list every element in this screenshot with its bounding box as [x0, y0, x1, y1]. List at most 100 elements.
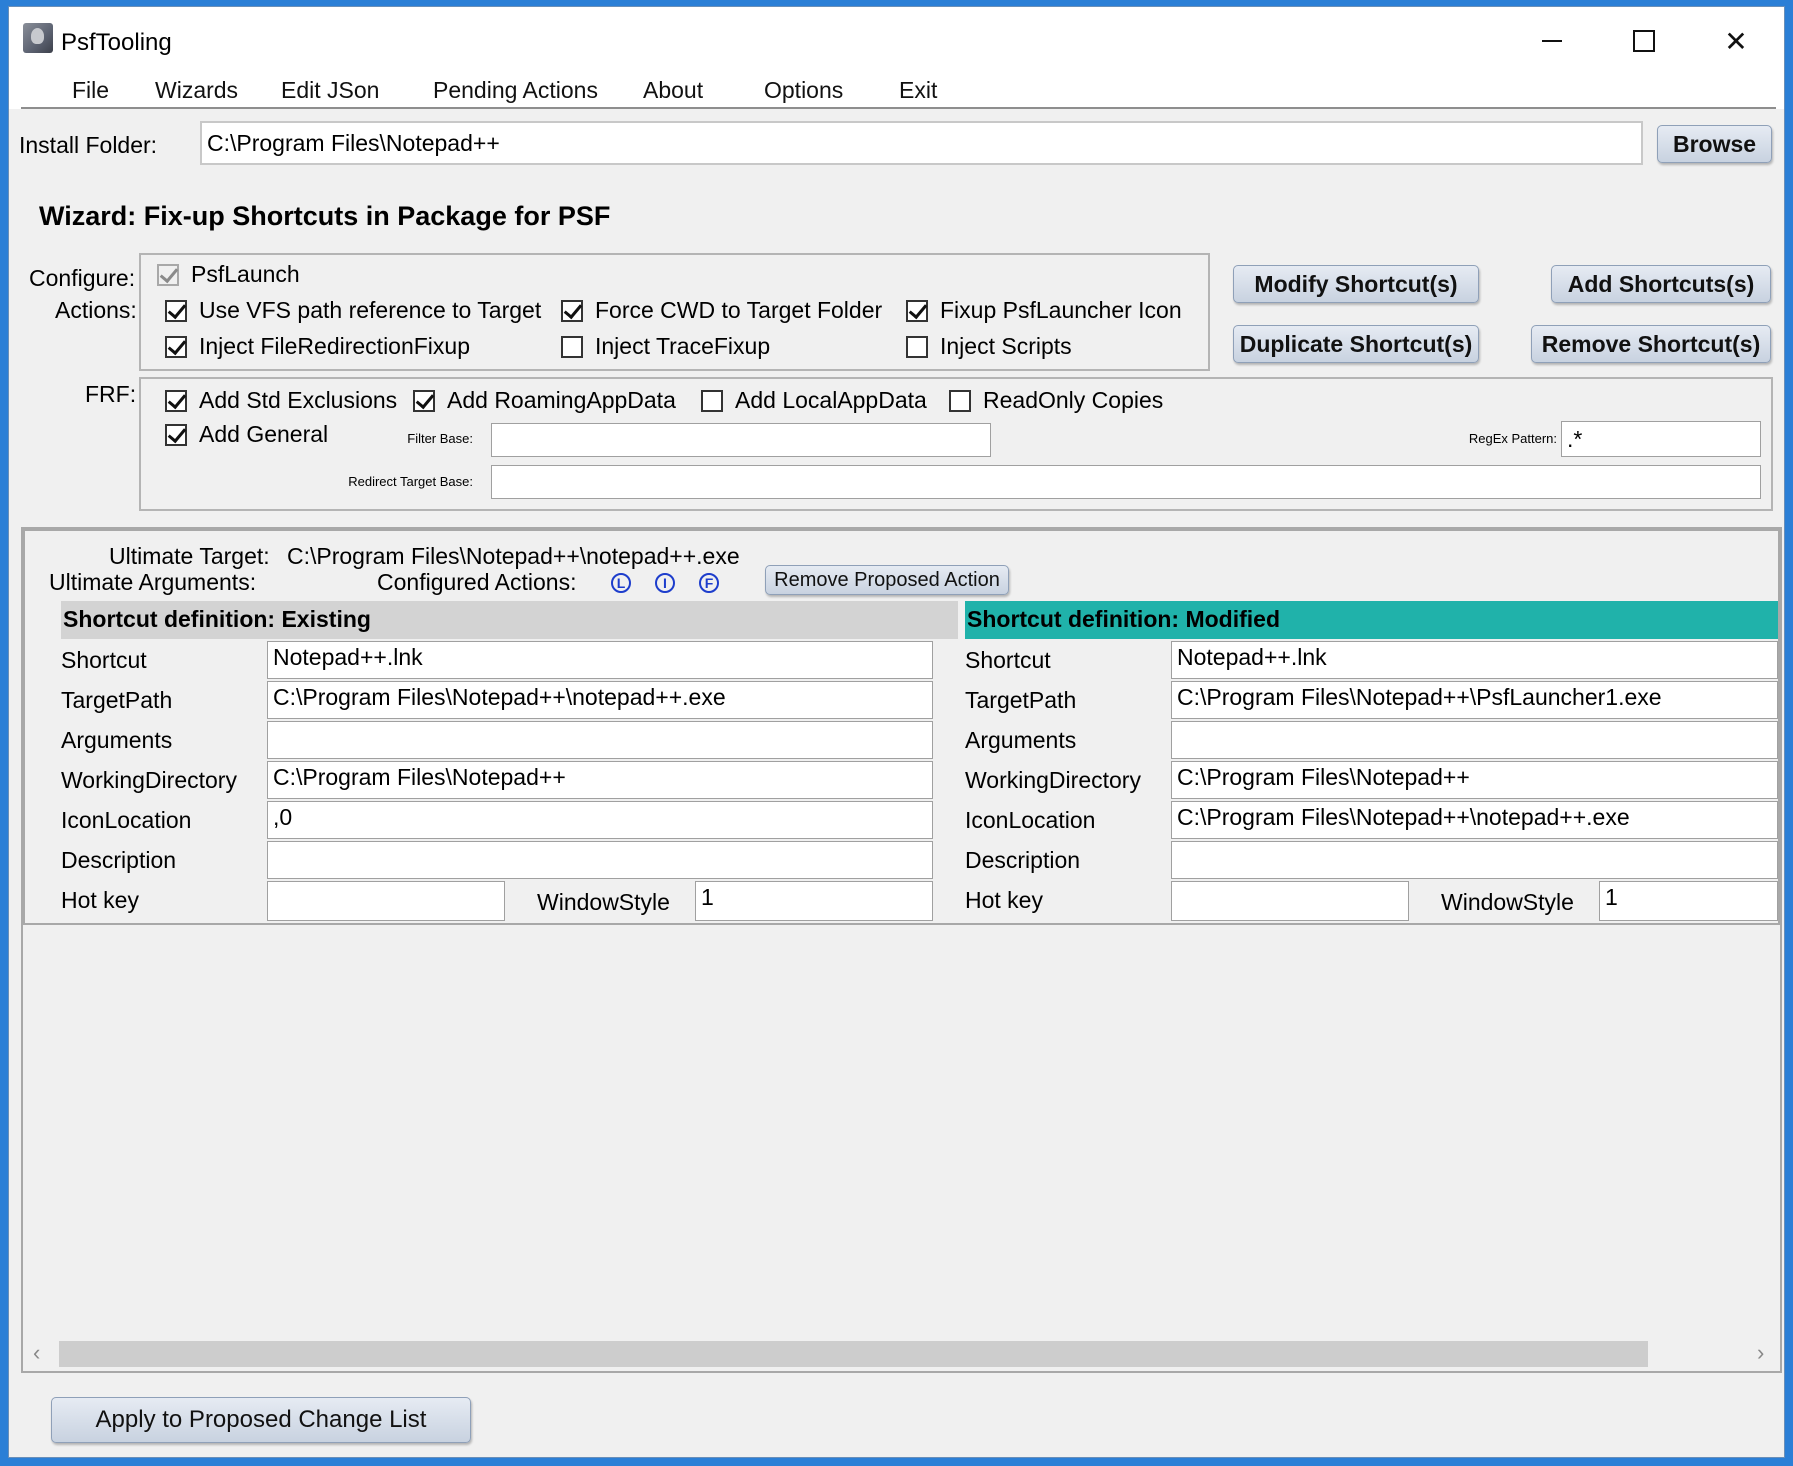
title-bar: PsfTooling ✕	[9, 7, 1784, 67]
menu-pending-actions[interactable]: Pending Actions	[433, 77, 598, 104]
checkbox-icon	[949, 389, 971, 412]
existing-windowstyle-input[interactable]: 1	[695, 881, 933, 921]
existing-arguments-input[interactable]	[267, 721, 933, 759]
close-button[interactable]: ✕	[1711, 23, 1761, 59]
frf-action-icon: F	[699, 573, 719, 593]
checkbox-icon	[413, 389, 435, 412]
main-content: Install Folder: C:\Program Files\Notepad…	[9, 109, 1784, 1457]
existing-hotkey-label: Hot key	[61, 887, 139, 913]
inject-frf-label: Inject FileRedirectionFixup	[199, 333, 471, 359]
existing-shortcut-input[interactable]: Notepad++.lnk	[267, 641, 933, 679]
maximize-button[interactable]	[1619, 23, 1669, 59]
configured-actions-label: Configured Actions:	[377, 569, 577, 595]
regex-pattern-input[interactable]: .*	[1561, 421, 1761, 457]
inject-action-icon: I	[655, 573, 675, 593]
modified-arguments-label: Arguments	[965, 727, 1077, 753]
ultimate-target-label: Ultimate Target:	[109, 543, 270, 569]
modified-hotkey-input[interactable]	[1171, 881, 1409, 921]
modified-header: Shortcut definition: Modified	[965, 601, 1778, 639]
menu-options[interactable]: Options	[764, 77, 843, 104]
inject-trace-label: Inject TraceFixup	[595, 333, 771, 359]
modified-iconlocation-label: IconLocation	[965, 807, 1096, 833]
remove-proposed-action-button[interactable]: Remove Proposed Action	[765, 565, 1009, 595]
modified-hotkey-label: Hot key	[965, 887, 1043, 913]
browse-button[interactable]: Browse	[1657, 125, 1772, 163]
remove-shortcuts-button[interactable]: Remove Shortcut(s)	[1531, 325, 1771, 363]
existing-header: Shortcut definition: Existing	[61, 601, 958, 639]
apply-to-change-list-button[interactable]: Apply to Proposed Change List	[51, 1397, 471, 1443]
duplicate-shortcuts-button[interactable]: Duplicate Shortcut(s)	[1233, 325, 1479, 363]
actions-label: Actions:	[55, 297, 137, 323]
scroll-right-icon[interactable]: ›	[1757, 1340, 1764, 1366]
minimize-button[interactable]	[1527, 23, 1577, 59]
inject-trace-checkbox[interactable]: Inject TraceFixup	[561, 333, 770, 360]
modified-shortcut-label: Shortcut	[965, 647, 1051, 673]
use-vfs-label: Use VFS path reference to Target	[199, 297, 542, 323]
menu-about[interactable]: About	[643, 77, 703, 104]
modified-arguments-input[interactable]	[1171, 721, 1778, 759]
add-roaming-label: Add RoamingAppData	[447, 387, 676, 413]
menu-edit-json[interactable]: Edit JSon	[281, 77, 379, 104]
app-window: PsfTooling ✕ File Wizards Edit JSon Pend…	[8, 6, 1785, 1458]
existing-shortcut-label: Shortcut	[61, 647, 147, 673]
inject-frf-checkbox[interactable]: Inject FileRedirectionFixup	[165, 333, 470, 360]
checkbox-icon	[165, 389, 187, 412]
modified-workingdir-label: WorkingDirectory	[965, 767, 1141, 793]
add-general-checkbox[interactable]: Add General	[165, 421, 328, 448]
install-folder-input[interactable]: C:\Program Files\Notepad++	[200, 121, 1643, 165]
checkbox-icon	[165, 423, 187, 446]
use-vfs-checkbox[interactable]: Use VFS path reference to Target	[165, 297, 541, 324]
checkbox-icon	[165, 335, 187, 358]
redirect-target-base-input[interactable]	[491, 465, 1761, 499]
modified-description-label: Description	[965, 847, 1081, 873]
checkbox-icon	[561, 299, 583, 322]
checkbox-icon	[165, 299, 187, 322]
app-icon	[23, 23, 53, 53]
modified-workingdir-input[interactable]: C:\Program Files\Notepad++	[1171, 761, 1778, 799]
fixup-icon-checkbox[interactable]: Fixup PsfLauncher Icon	[906, 297, 1182, 324]
modify-shortcuts-button[interactable]: Modify Shortcut(s)	[1233, 265, 1479, 303]
force-cwd-label: Force CWD to Target Folder	[595, 297, 883, 323]
add-general-label: Add General	[199, 421, 329, 447]
add-std-exclusions-checkbox[interactable]: Add Std Exclusions	[165, 387, 397, 414]
filter-base-input[interactable]	[491, 423, 991, 457]
add-shortcuts-button[interactable]: Add Shortcuts(s)	[1551, 265, 1771, 303]
modified-windowstyle-label: WindowStyle	[1441, 889, 1574, 915]
existing-description-label: Description	[61, 847, 177, 873]
scroll-thumb[interactable]	[59, 1341, 1648, 1367]
modified-targetpath-input[interactable]: C:\Program Files\Notepad++\PsfLauncher1.…	[1171, 681, 1778, 719]
existing-workingdir-label: WorkingDirectory	[61, 767, 237, 793]
menu-file[interactable]: File	[72, 77, 109, 104]
configure-actions-group: PsfLaunch Use VFS path reference to Targ…	[139, 253, 1210, 371]
checkbox-icon	[906, 299, 928, 322]
scroll-left-icon[interactable]: ‹	[33, 1340, 40, 1366]
existing-description-input[interactable]	[267, 841, 933, 879]
existing-iconlocation-label: IconLocation	[61, 807, 192, 833]
menu-wizards[interactable]: Wizards	[155, 77, 238, 104]
modified-windowstyle-input[interactable]: 1	[1599, 881, 1778, 921]
modified-description-input[interactable]	[1171, 841, 1778, 879]
ultimate-target-value: C:\Program Files\Notepad++\notepad++.exe	[287, 543, 740, 569]
add-roaming-checkbox[interactable]: Add RoamingAppData	[413, 387, 676, 414]
fixup-icon-label: Fixup PsfLauncher Icon	[940, 297, 1182, 323]
frf-group: Add Std Exclusions Add RoamingAppData Ad…	[139, 377, 1773, 511]
configure-label: Configure:	[29, 265, 136, 291]
existing-iconlocation-input[interactable]: ,0	[267, 801, 933, 839]
menu-exit[interactable]: Exit	[899, 77, 937, 104]
force-cwd-checkbox[interactable]: Force CWD to Target Folder	[561, 297, 882, 324]
existing-hotkey-input[interactable]	[267, 881, 505, 921]
readonly-copies-checkbox[interactable]: ReadOnly Copies	[949, 387, 1163, 414]
existing-targetpath-input[interactable]: C:\Program Files\Notepad++\notepad++.exe	[267, 681, 933, 719]
minimize-icon	[1542, 40, 1562, 42]
ultimate-arguments-label: Ultimate Arguments:	[49, 569, 257, 595]
existing-workingdir-input[interactable]: C:\Program Files\Notepad++	[267, 761, 933, 799]
modified-shortcut-input[interactable]: Notepad++.lnk	[1171, 641, 1778, 679]
add-local-checkbox[interactable]: Add LocalAppData	[701, 387, 927, 414]
readonly-copies-label: ReadOnly Copies	[983, 387, 1164, 413]
inject-scripts-checkbox[interactable]: Inject Scripts	[906, 333, 1072, 360]
horizontal-scrollbar[interactable]: ‹ ›	[23, 1337, 1780, 1371]
modified-iconlocation-input[interactable]: C:\Program Files\Notepad++\notepad++.exe	[1171, 801, 1778, 839]
regex-pattern-label: RegEx Pattern:	[1468, 431, 1557, 446]
redirect-target-base-label: Redirect Target Base:	[348, 474, 473, 489]
frf-label: FRF:	[85, 381, 137, 407]
